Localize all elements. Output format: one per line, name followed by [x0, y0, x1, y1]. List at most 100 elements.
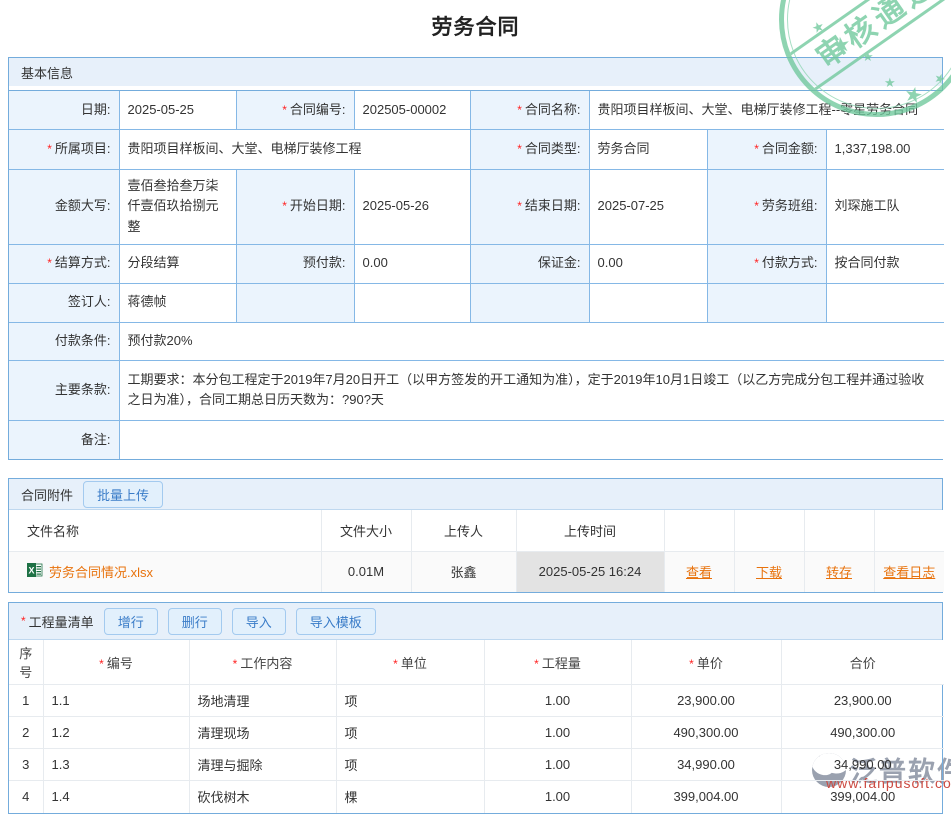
field-label-contract-amount: *合同金额: [707, 129, 826, 169]
attachment-action-cell: 下载 [734, 551, 804, 592]
column-header-file-size: 文件大小 [321, 510, 411, 551]
required-icon: * [689, 657, 694, 671]
boq-cell-unit-price: 490,300.00 [631, 717, 781, 749]
boq-cell-work-content: 清理与掘除 [189, 749, 336, 781]
boq-cell-unit-price: 34,990.00 [631, 749, 781, 781]
field-value-contract-type: 劳务合同 [589, 129, 707, 169]
attachment-action-cell: 转存 [804, 551, 874, 592]
field-label-prepayment: 预付款: [236, 244, 354, 283]
field-label-project: *所属项目: [9, 129, 119, 169]
field-value-amount-in-words: 壹佰叁拾叁万柒仟壹佰玖拾捌元整 [119, 169, 236, 244]
boq-cell-total-price: 23,900.00 [781, 685, 944, 717]
column-header-upload-time: 上传时间 [516, 510, 664, 551]
required-icon: * [393, 657, 398, 671]
column-header-index: 序号 [9, 640, 43, 685]
field-value-start-date: 2025-05-26 [354, 169, 470, 244]
attachment-actions-header-cell [664, 510, 734, 551]
attachments-title: 合同附件 [21, 485, 73, 504]
boq-row: 3 1.3 清理与掘除 项 1.00 34,990.00 34,990.00 [9, 749, 944, 781]
attachment-file-cell: X 劳务合同情况.xlsx [9, 551, 321, 592]
field-value-project: 贵阳项目样板间、大堂、电梯厅装修工程 [119, 129, 470, 169]
field-label-payment-method: *付款方式: [707, 244, 826, 283]
import-template-button[interactable]: 导入模板 [296, 608, 376, 635]
required-icon: * [233, 657, 238, 671]
field-value-payment-terms: 预付款20% [119, 322, 944, 360]
boq-row: 2 1.2 清理现场 项 1.00 490,300.00 490,300.00 [9, 717, 944, 749]
boq-cell-total-price: 34,990.00 [781, 749, 944, 781]
import-button[interactable]: 导入 [232, 608, 286, 635]
attachments-header: 合同附件 批量上传 [9, 479, 942, 510]
boq-cell-unit-price: 399,004.00 [631, 781, 781, 813]
svg-text:X: X [28, 566, 34, 576]
boq-cell-quantity: 1.00 [484, 749, 631, 781]
attachments-section: 合同附件 批量上传 文件名称 文件大小 上传人 上传时间 [8, 478, 943, 593]
attachment-actions-header-cell [874, 510, 944, 551]
basic-info-title: 基本信息 [21, 63, 73, 82]
field-label-remark: 备注: [9, 420, 119, 459]
field-value-labor-team: 刘琛施工队 [826, 169, 944, 244]
view-link[interactable]: 查看 [686, 565, 712, 580]
boq-cell-work-content: 清理现场 [189, 717, 336, 749]
boq-title: 工程量清单 [29, 612, 94, 631]
required-icon: * [534, 657, 539, 671]
boq-row: 1 1.1 场地清理 项 1.00 23,900.00 23,900.00 [9, 685, 944, 717]
field-label-payment-terms: 付款条件: [9, 322, 119, 360]
field-value-contract-name: 贵阳项目样板间、大堂、电梯厅装修工程--零星劳务合同 [589, 91, 944, 129]
boq-header-row: 序号 *编号 *工作内容 *单位 *工程量 *单价 合价 [9, 640, 944, 685]
table-row: 备注: [9, 420, 944, 459]
field-label-labor-team: *劳务班组: [707, 169, 826, 244]
boq-cell-code: 1.1 [43, 685, 189, 717]
column-header-work-content: *工作内容 [189, 640, 336, 685]
boq-cell-quantity: 1.00 [484, 685, 631, 717]
empty-label-cell [236, 283, 354, 322]
required-icon: * [754, 142, 759, 156]
field-value-prepayment: 0.00 [354, 244, 470, 283]
batch-upload-button[interactable]: 批量上传 [83, 481, 163, 508]
boq-cell-work-content: 场地清理 [189, 685, 336, 717]
boq-cell-unit: 项 [336, 717, 484, 749]
table-row: 日期: 2025-05-25 *合同编号: 202505-00002 *合同名称… [9, 91, 944, 129]
table-row: 金额大写: 壹佰叁拾叁万柒仟壹佰玖拾捌元整 *开始日期: 2025-05-26 … [9, 169, 944, 244]
download-link[interactable]: 下载 [756, 565, 782, 580]
delete-row-button[interactable]: 删行 [168, 608, 222, 635]
field-value-deposit: 0.00 [589, 244, 707, 283]
field-label-amount-in-words: 金额大写: [9, 169, 119, 244]
field-label-contract-type: *合同类型: [470, 129, 589, 169]
attachments-table: 文件名称 文件大小 上传人 上传时间 [9, 510, 944, 592]
field-label-settlement: *结算方式: [9, 244, 119, 283]
required-icon: * [517, 199, 522, 213]
column-header-uploader: 上传人 [411, 510, 516, 551]
add-row-button[interactable]: 增行 [104, 608, 158, 635]
column-header-file-name: 文件名称 [9, 510, 321, 551]
boq-cell-total-price: 399,004.00 [781, 781, 944, 813]
view-log-link[interactable]: 查看日志 [883, 565, 935, 580]
field-value-contract-amount: 1,337,198.00 [826, 129, 944, 169]
field-label-main-terms: 主要条款: [9, 360, 119, 420]
attachment-action-cell: 查看日志 [874, 551, 944, 592]
attachment-file-name[interactable]: 劳务合同情况.xlsx [49, 565, 153, 580]
table-row: 签订人: 蒋德帧 [9, 283, 944, 322]
attachment-actions-header-cell [804, 510, 874, 551]
basic-info-section: 基本信息 日期: 2025-05-25 *合同编号: 202505-00002 … [8, 57, 943, 460]
field-label-deposit: 保证金: [470, 244, 589, 283]
field-value-remark [119, 420, 944, 459]
attachment-actions-header-cell [734, 510, 804, 551]
field-value-date: 2025-05-25 [119, 91, 236, 129]
save-as-link[interactable]: 转存 [826, 565, 852, 580]
field-label-contract-no: *合同编号: [236, 91, 354, 129]
empty-label-cell [707, 283, 826, 322]
column-header-unit-price: *单价 [631, 640, 781, 685]
required-icon: * [21, 614, 26, 628]
page-title: 劳务合同 [0, 0, 951, 46]
table-row: *所属项目: 贵阳项目样板间、大堂、电梯厅装修工程 *合同类型: 劳务合同 *合… [9, 129, 944, 169]
attachment-action-cell: 查看 [664, 551, 734, 592]
empty-label-cell [470, 283, 589, 322]
field-value-contract-no: 202505-00002 [354, 91, 470, 129]
column-header-total-price: 合价 [781, 640, 944, 685]
required-icon: * [754, 256, 759, 270]
boq-row: 4 1.4 砍伐树木 棵 1.00 399,004.00 399,004.00 [9, 781, 944, 813]
field-value-main-terms: 工期要求：本分包工程定于2019年7月20日开工（以甲方签发的开工通知为准），定… [119, 360, 944, 420]
boq-cell-code: 1.4 [43, 781, 189, 813]
basic-info-table: 日期: 2025-05-25 *合同编号: 202505-00002 *合同名称… [9, 91, 944, 459]
field-label-end-date: *结束日期: [470, 169, 589, 244]
